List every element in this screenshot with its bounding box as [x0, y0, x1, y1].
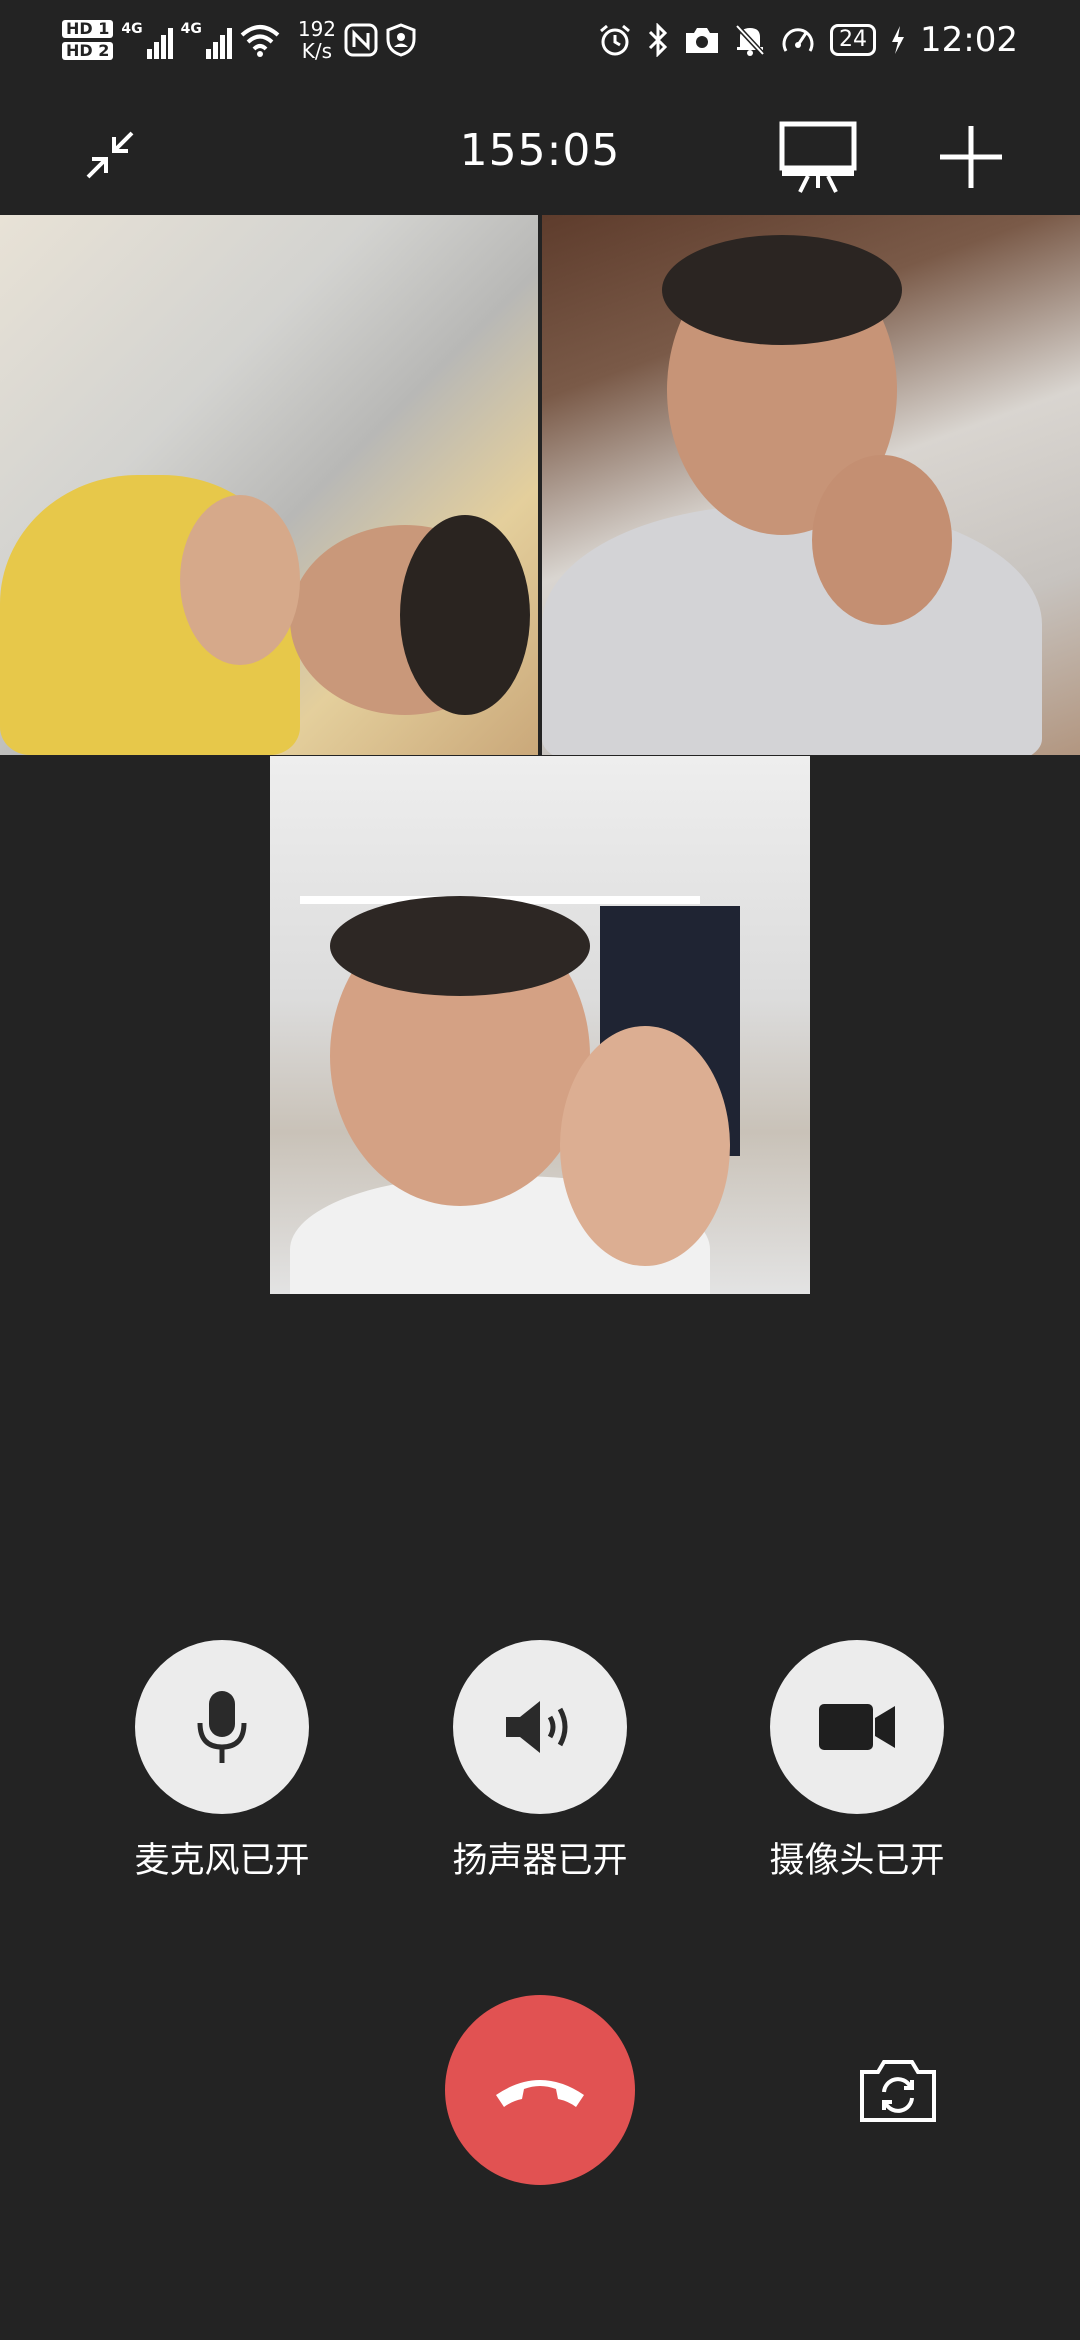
status-bar: HD 1 HD 2 4G 4G 192 K/s 24 12:02: [0, 0, 1080, 80]
speaker-control: 扬声器已开: [440, 1640, 640, 1883]
microphone-icon: [197, 1691, 247, 1763]
camera-status-icon: [686, 28, 719, 53]
sim2-hd-badge: HD 2: [62, 42, 114, 60]
status-left: HD 1 HD 2 4G 4G 192 K/s: [62, 10, 416, 70]
sim1-hd-badge: HD 1: [62, 20, 114, 38]
speaker-status-label: 扬声器已开: [452, 1841, 628, 1881]
camera-button[interactable]: [770, 1640, 944, 1814]
speaker-icon: [506, 1701, 568, 1753]
microphone-control: 麦克风已开: [122, 1640, 322, 1883]
signal-icon-1: 4G: [121, 21, 173, 59]
switch-camera-button[interactable]: [858, 2058, 938, 2124]
camera-status-label: 摄像头已开: [769, 1841, 945, 1881]
video-tile-3[interactable]: [270, 756, 810, 1294]
camera-control: 摄像头已开: [757, 1640, 957, 1883]
clock: 12:02: [920, 20, 1018, 60]
mute-bell-icon: [735, 24, 765, 56]
add-participant-button[interactable]: [936, 122, 1006, 192]
hangup-button[interactable]: [445, 1995, 635, 2185]
screen-share-button[interactable]: [778, 120, 858, 195]
wifi-icon: [240, 25, 280, 57]
microphone-status-label: 麦克风已开: [134, 1841, 310, 1881]
privacy-shield-icon: [386, 23, 416, 57]
video-tile-1[interactable]: [0, 215, 538, 755]
charging-icon: [892, 26, 905, 54]
network-speed: 192 K/s: [297, 17, 337, 63]
hangup-icon: [496, 2080, 584, 2107]
screen-share-icon: [779, 121, 857, 193]
signal-icon-2: 4G: [181, 21, 232, 59]
battery-indicator: 24: [830, 24, 877, 56]
speaker-button[interactable]: [453, 1640, 627, 1814]
sim-indicators: HD 1 HD 2: [62, 20, 114, 60]
data-saver-icon: [782, 28, 814, 52]
camera-icon: [819, 1704, 895, 1750]
call-duration: 155:05: [459, 125, 621, 176]
add-icon: [940, 126, 1002, 188]
call-header: 155:05: [0, 80, 1080, 215]
microphone-button[interactable]: [135, 1640, 309, 1814]
switch-camera-icon: [860, 2060, 936, 2122]
status-right: 24 12:02: [598, 10, 1018, 70]
bluetooth-icon: [648, 23, 668, 57]
alarm-icon: [600, 24, 630, 56]
video-tile-2[interactable]: [542, 215, 1080, 755]
nfc-icon: [344, 23, 378, 57]
